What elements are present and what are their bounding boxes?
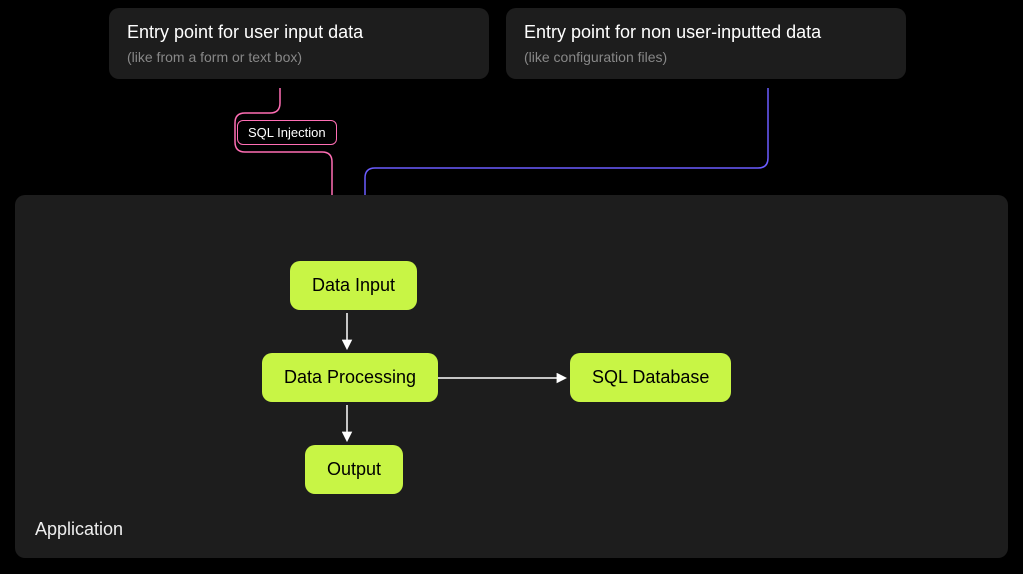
node-data-input-label: Data Input: [312, 275, 395, 295]
entry-user-input-title: Entry point for user input data: [127, 22, 471, 43]
node-output: Output: [305, 445, 403, 494]
entry-non-user-input-title: Entry point for non user-inputted data: [524, 22, 888, 43]
entry-non-user-input: Entry point for non user-inputted data (…: [506, 8, 906, 79]
entry-user-input-subtitle: (like from a form or text box): [127, 49, 471, 65]
entry-user-input: Entry point for user input data (like fr…: [109, 8, 489, 79]
node-output-label: Output: [327, 459, 381, 479]
node-data-processing: Data Processing: [262, 353, 438, 402]
application-container: Application: [15, 195, 1008, 558]
node-data-processing-label: Data Processing: [284, 367, 416, 387]
node-sql-database-label: SQL Database: [592, 367, 709, 387]
entry-non-user-input-subtitle: (like configuration files): [524, 49, 888, 65]
sql-injection-badge: SQL Injection: [237, 120, 337, 145]
node-sql-database: SQL Database: [570, 353, 731, 402]
application-label: Application: [35, 519, 123, 540]
sql-injection-label: SQL Injection: [248, 125, 326, 140]
node-data-input: Data Input: [290, 261, 417, 310]
